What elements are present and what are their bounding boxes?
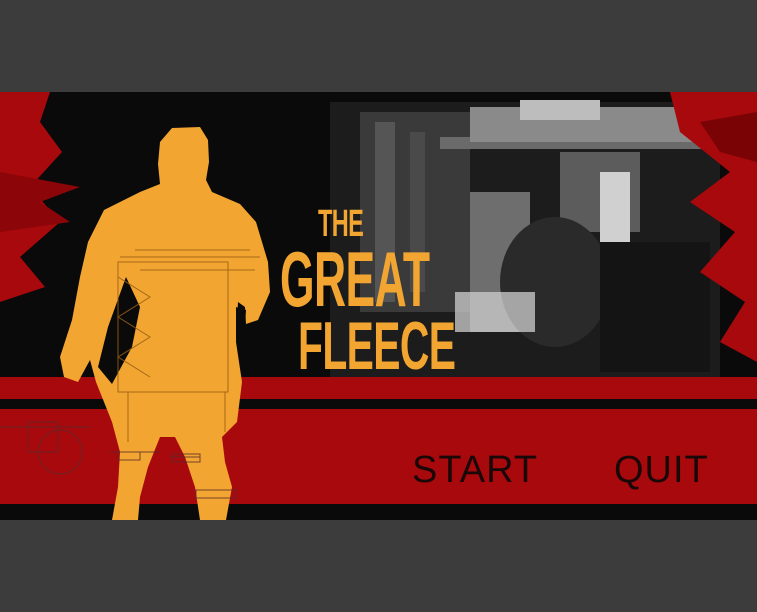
letterbox-top [0,0,757,92]
game-title-fleece: FLEECE [298,308,456,384]
start-menu-option[interactable]: START [412,451,538,489]
letterbox-bottom [0,520,757,612]
game-screen: THE GREAT FLEECE START QUIT [0,0,757,612]
title-screen-stage: THE GREAT FLEECE START QUIT [0,92,757,520]
game-title-great: GREAT [280,235,430,323]
quit-menu-option[interactable]: QUIT [614,451,709,489]
